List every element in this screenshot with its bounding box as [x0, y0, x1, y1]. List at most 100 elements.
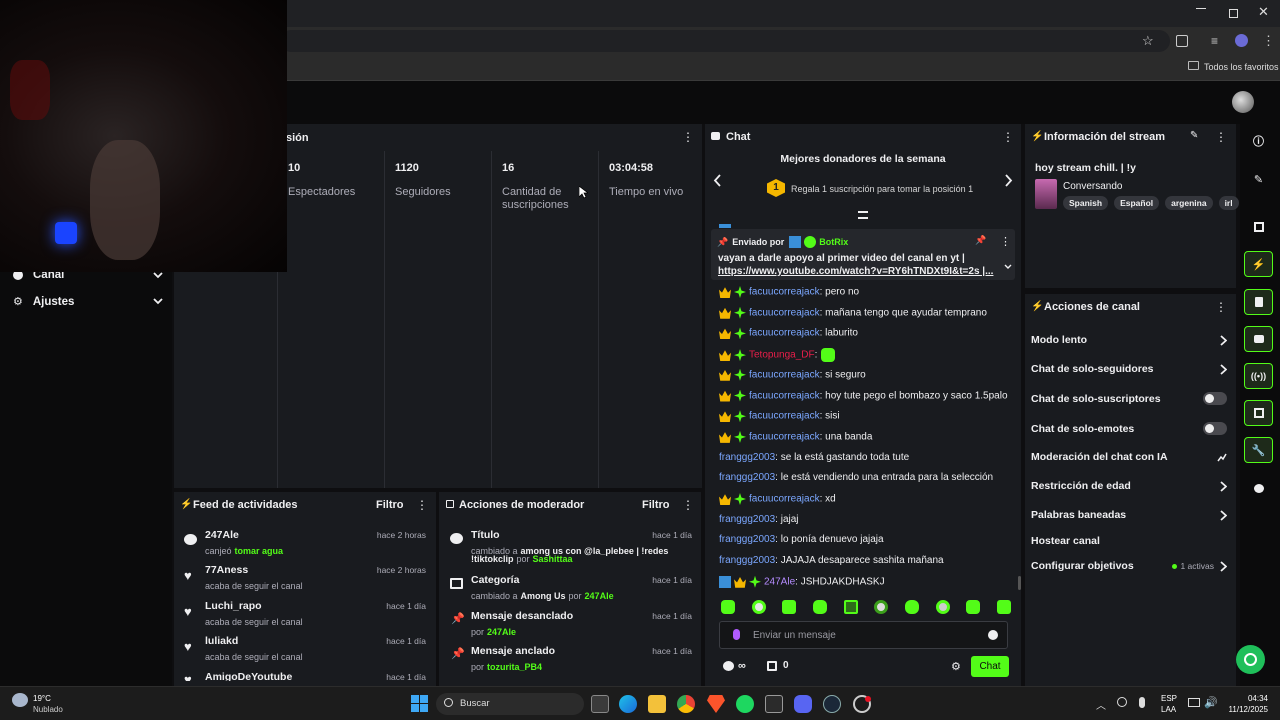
maximize-icon[interactable]: [1229, 9, 1238, 18]
more-options-icon[interactable]: ⋮: [682, 498, 694, 512]
mod-action-item[interactable]: Título hace 1 día cambiado a among us con @…: [450, 529, 694, 571]
microphone-icon[interactable]: [733, 629, 740, 640]
mod-action-user[interactable]: 247Ale: [487, 627, 516, 637]
chat-username[interactable]: facuucorreajack: [749, 411, 820, 422]
channel-action-item[interactable]: Palabras baneadas: [1031, 509, 1227, 521]
activity-item[interactable]: ♥ AmigoDeYoutube hace 1 día: [184, 671, 428, 681]
lightning-rail-icon[interactable]: ⚡: [1244, 251, 1273, 277]
activity-item[interactable]: 247Ale hace 2 horas canjeó tomar agua: [184, 529, 428, 559]
chat-username[interactable]: facuucorreajack: [749, 369, 820, 380]
chat-settings-icon[interactable]: ⚙: [951, 660, 961, 673]
extensions-icon[interactable]: [1176, 35, 1188, 47]
emote-6-icon[interactable]: [874, 600, 889, 614]
points-indicator[interactable]: ∞: [723, 660, 746, 672]
emote-5-icon[interactable]: [843, 600, 858, 614]
chat-username[interactable]: facuucorreajack: [749, 494, 820, 505]
user-avatar[interactable]: [1232, 91, 1254, 113]
sync-icon[interactable]: [1117, 697, 1127, 707]
toggle-switch[interactable]: [1203, 392, 1227, 405]
tag[interactable]: Español: [1114, 196, 1160, 210]
windows-start-icon[interactable]: [411, 695, 428, 712]
activity-username[interactable]: luliakd: [205, 635, 238, 647]
chat-username[interactable]: 247Ale: [764, 576, 795, 587]
tray-expand-icon[interactable]: ︿: [1096, 697, 1106, 712]
search-placeholder[interactable]: Buscar: [460, 698, 490, 709]
wrench-rail-icon[interactable]: 🔧: [1244, 437, 1273, 463]
send-chat-button[interactable]: Chat: [971, 656, 1009, 677]
emote-10-icon[interactable]: [996, 600, 1011, 614]
emote-4-icon[interactable]: [812, 600, 827, 614]
chat-username[interactable]: franggg2003: [719, 452, 775, 463]
more-options-icon[interactable]: ⋮: [1215, 130, 1227, 144]
chat-username[interactable]: franggg2003: [719, 472, 775, 483]
channel-action-item[interactable]: Hostear canal: [1031, 535, 1227, 547]
mod-action-item[interactable]: 📌 Mensaje anclado hace 1 día por tozurita_PB…: [450, 645, 694, 687]
channel-action-item[interactable]: Chat de solo-emotes: [1031, 422, 1227, 435]
emoji-icon[interactable]: [988, 630, 998, 640]
tag[interactable]: argenina: [1165, 196, 1213, 210]
fullscreen-rail-icon[interactable]: [1244, 214, 1273, 240]
all-favorites-link[interactable]: Todos los favoritos: [1204, 62, 1279, 72]
edit-rail-icon[interactable]: ✎: [1244, 166, 1273, 192]
channel-action-item[interactable]: Configurar objetivos 1 activas: [1031, 560, 1227, 572]
epic-games-icon[interactable]: [765, 695, 783, 713]
emote-2-icon[interactable]: [751, 600, 766, 614]
chevron-right-icon[interactable]: [1220, 480, 1227, 492]
chat-username[interactable]: franggg2003: [719, 514, 775, 525]
more-options-icon[interactable]: ⋮: [416, 498, 428, 512]
address-bar[interactable]: [280, 30, 1170, 52]
channel-action-item[interactable]: Restricción de edad: [1031, 480, 1227, 492]
channel-action-item[interactable]: Moderación del chat con IA: [1031, 451, 1227, 463]
toggle-switch[interactable]: [1203, 422, 1227, 435]
chat-scrollbar[interactable]: [1018, 576, 1021, 590]
layers-rail-icon[interactable]: [1244, 400, 1273, 426]
emote-3-icon[interactable]: [782, 600, 797, 614]
sidebar-item-ajustes[interactable]: ⚙ Ajustes: [13, 295, 163, 308]
chrome-icon[interactable]: [677, 695, 695, 713]
chat-rail-icon[interactable]: [1244, 326, 1273, 352]
clock-time[interactable]: 04:34: [1230, 694, 1268, 703]
activity-username[interactable]: 247Ale: [205, 529, 239, 541]
mod-action-user[interactable]: 247Ale: [585, 591, 614, 601]
chat-username[interactable]: facuucorreajack: [749, 432, 820, 443]
chat-username[interactable]: Tetopunga_DF: [749, 350, 815, 361]
channel-action-item[interactable]: Modo lento: [1031, 334, 1227, 346]
more-options-icon[interactable]: ⋮: [1215, 300, 1227, 314]
discord-icon[interactable]: [794, 695, 812, 713]
filter-button[interactable]: Filtro: [376, 499, 404, 511]
tag[interactable]: Spanish: [1063, 196, 1109, 210]
more-options-icon[interactable]: ⋮: [682, 130, 694, 144]
volume-icon[interactable]: 🔊: [1204, 696, 1218, 709]
more-options-icon[interactable]: ⋮: [1000, 235, 1011, 248]
chat-username[interactable]: facuucorreajack: [749, 307, 820, 318]
activity-item[interactable]: ♥ Luchi_rapo hace 1 día acaba de seguir el …: [184, 600, 428, 630]
chevron-left-icon[interactable]: [713, 174, 721, 187]
chat-username[interactable]: franggg2003: [719, 555, 775, 566]
profile-avatar[interactable]: [1235, 34, 1248, 47]
points-rail-icon[interactable]: [1244, 475, 1273, 501]
microphone-tray-icon[interactable]: [1139, 697, 1145, 708]
chat-input-placeholder[interactable]: Enviar un mensaje: [753, 630, 836, 641]
channel-action-item[interactable]: Chat de solo-suscriptores: [1031, 392, 1227, 405]
channel-action-item[interactable]: Chat de solo-seguidores: [1031, 363, 1227, 375]
chat-username[interactable]: franggg2003: [719, 534, 775, 545]
chevron-right-icon[interactable]: [1220, 509, 1227, 521]
edge-icon[interactable]: [619, 695, 637, 713]
clipboard-rail-icon[interactable]: [1244, 289, 1273, 315]
external-link-icon[interactable]: [1217, 452, 1227, 462]
menu-icon[interactable]: ⋮: [1262, 33, 1275, 49]
star-icon[interactable]: ☆: [1142, 33, 1154, 49]
chevron-down-icon[interactable]: [1004, 264, 1012, 270]
edit-icon[interactable]: ✎: [1190, 130, 1198, 141]
mod-action-user[interactable]: Sashittaa: [533, 554, 573, 564]
activity-username[interactable]: 77Aness: [205, 564, 248, 576]
activity-item[interactable]: ♥ luliakd hace 1 día acaba de seguir el can…: [184, 635, 428, 665]
chat-input-box[interactable]: Enviar un mensaje: [719, 621, 1008, 649]
close-icon[interactable]: ✕: [1258, 4, 1269, 20]
gift-indicator[interactable]: 0: [767, 660, 789, 671]
chat-username[interactable]: facuucorreajack: [749, 328, 820, 339]
activity-username[interactable]: AmigoDeYoutube: [205, 671, 292, 681]
emote-7-icon[interactable]: [904, 600, 919, 614]
collapse-icon[interactable]: [858, 211, 868, 219]
goals-control[interactable]: 1 activas: [1172, 560, 1227, 572]
